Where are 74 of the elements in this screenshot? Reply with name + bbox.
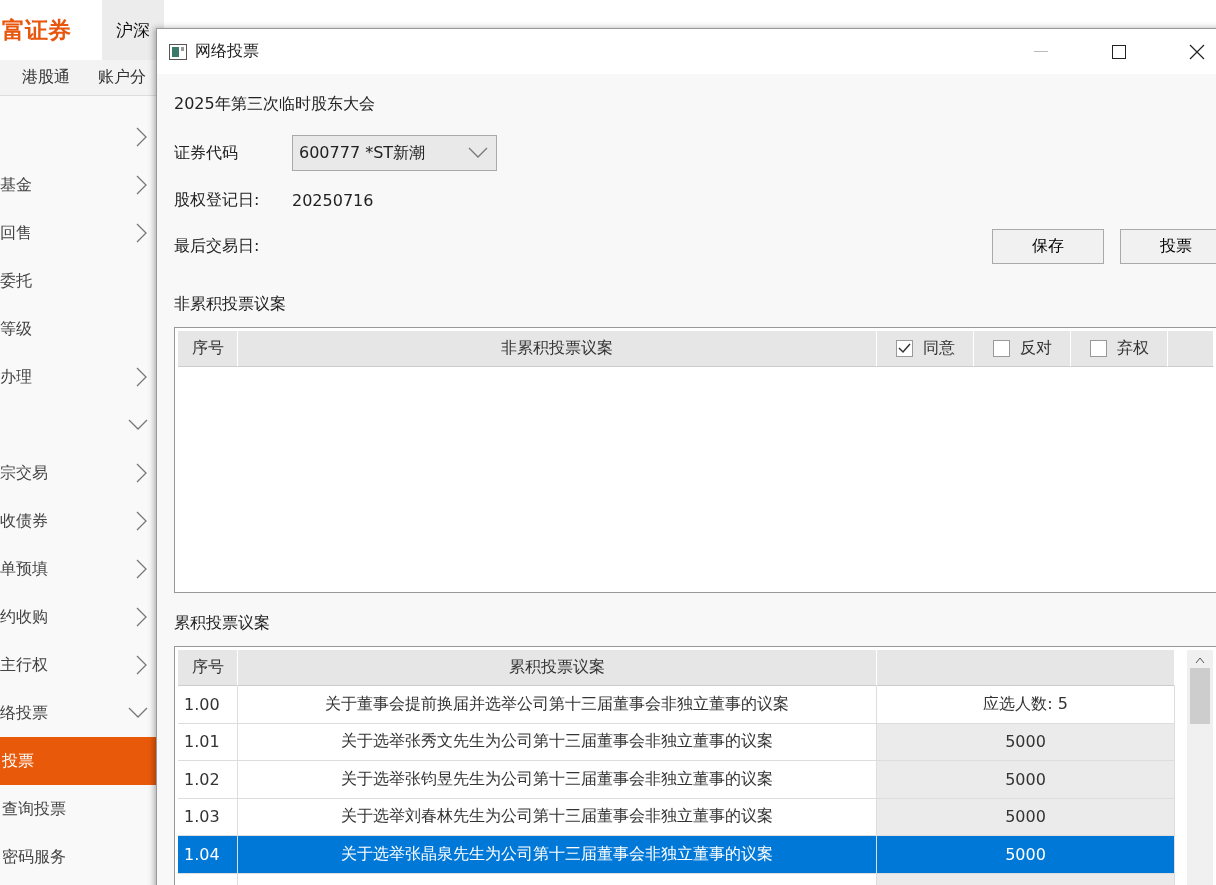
section-title: 非累积投票议案	[174, 294, 287, 315]
table-cell: 关于选举张钧昱先生为公司第十三届董事会非独立董事的议案	[238, 761, 877, 799]
dropdown-caret-icon	[468, 147, 488, 159]
column-header: 累积投票议案	[238, 650, 877, 686]
close-icon	[1189, 43, 1205, 60]
chevron-right-icon	[136, 463, 148, 483]
table-cell: 关于选举张晶泉先生为公司第十三届董事会非独立董事的议案	[238, 836, 877, 874]
table-row[interactable]: 1.02 关于选举张钧昱先生为公司第十三届董事会非独立董事的议案 5000	[178, 761, 1175, 799]
minimize-icon	[1034, 50, 1048, 53]
table-row[interactable]: 1.00 关于董事会提前换届并选举公司第十三届董事会非独立董事的议案 应选人数: 5	[178, 686, 1175, 724]
chevron-down-icon	[128, 419, 148, 431]
column-header: 非累积投票议案	[238, 331, 877, 367]
window-icon	[169, 43, 187, 60]
checkbox[interactable]	[992, 340, 1010, 357]
table-cell: 1.00	[178, 686, 238, 724]
table-row[interactable]: 1.03 关于选举刘春林先生为公司第十三届董事会非独立董事的议案 5000	[178, 798, 1175, 836]
section-title: 累积投票议案	[174, 613, 271, 634]
field-label: 最后交易日:	[174, 235, 261, 257]
table-cell: 1.02	[178, 761, 238, 799]
scrollbar[interactable]	[1187, 650, 1213, 885]
sidebar-item[interactable]: 单预填	[0, 545, 156, 593]
option-header[interactable]: 反对	[974, 331, 1071, 367]
field-value: 20250716	[292, 190, 374, 210]
table-cell: 1.04	[178, 836, 238, 874]
chevron-right-icon	[136, 559, 148, 579]
chevron-right-icon	[136, 175, 148, 195]
sidebar-subitem[interactable]: 投票	[0, 737, 156, 785]
sidebar-item[interactable]: 主行权	[0, 641, 156, 689]
vote-cell: 应选人数: 5	[877, 686, 1175, 724]
vote-cell[interactable]: 5000	[877, 723, 1175, 761]
scroll-up-icon[interactable]	[1195, 656, 1205, 664]
subnav-item[interactable]: 账户分	[98, 67, 146, 88]
table-row[interactable]: 1.01 关于选举张秀文先生为公司第十三届董事会非独立董事的议案 5000	[178, 723, 1175, 761]
sidebar-subitem[interactable]: 查询投票	[0, 785, 156, 833]
nav-tab[interactable]: 沪深	[102, 0, 164, 60]
option-header[interactable]: 弃权	[1071, 331, 1168, 367]
column-header: 序号	[178, 331, 238, 367]
maximize-icon	[1112, 44, 1126, 59]
checkbox[interactable]	[1089, 340, 1107, 357]
chevron-right-icon	[136, 127, 148, 147]
sidebar-item[interactable]: 宗交易	[0, 449, 156, 497]
field-label: 证券代码	[174, 142, 239, 164]
vote-cell[interactable]: 5000	[877, 798, 1175, 836]
chevron-right-icon	[136, 223, 148, 243]
column-header: 序号	[178, 650, 238, 686]
window-title: 网络投票	[195, 41, 260, 62]
action-button[interactable]: 投票	[1120, 228, 1216, 264]
sidebar-item[interactable]: 收债券	[0, 497, 156, 545]
sidebar-item[interactable]: 络投票	[0, 689, 156, 737]
chevron-right-icon	[136, 655, 148, 675]
meeting-title: 2025年第三次临时股东大会	[174, 93, 375, 115]
checkbox[interactable]	[895, 340, 913, 357]
sidebar-item[interactable]: 等级	[0, 305, 156, 353]
subnav-item[interactable]: 港股通	[22, 67, 70, 88]
app-logo: 富证券	[2, 15, 72, 45]
table-row[interactable]: 1.04 关于选举张晶泉先生为公司第十三届董事会非独立董事的议案 5000	[178, 836, 1175, 874]
sidebar-subitem[interactable]: 密码服务	[0, 833, 156, 881]
vote-cell[interactable]: 5000	[877, 761, 1175, 799]
chevron-right-icon	[136, 511, 148, 531]
scrollbar-thumb[interactable]	[1190, 668, 1210, 724]
sidebar-item[interactable]: 委托	[0, 257, 156, 305]
sidebar-item[interactable]: 办理	[0, 353, 156, 401]
vote-cell[interactable]: 5000	[877, 836, 1175, 874]
option-header[interactable]: 同意	[877, 331, 974, 367]
chevron-down-icon	[128, 707, 148, 719]
chevron-right-icon	[136, 607, 148, 627]
sidebar-item[interactable]: 回售	[0, 209, 156, 257]
sidebar-item[interactable]: 基金	[0, 161, 156, 209]
security-select[interactable]: 600777 *ST新潮	[292, 135, 497, 171]
chevron-right-icon	[136, 367, 148, 387]
field-label: 股权登记日:	[174, 189, 261, 211]
table-cell: 关于董事会提前换届并选举公司第十三届董事会非独立董事的议案	[238, 686, 877, 724]
sidebar-item[interactable]: 约收购	[0, 593, 156, 641]
action-button[interactable]: 保存	[992, 228, 1104, 264]
